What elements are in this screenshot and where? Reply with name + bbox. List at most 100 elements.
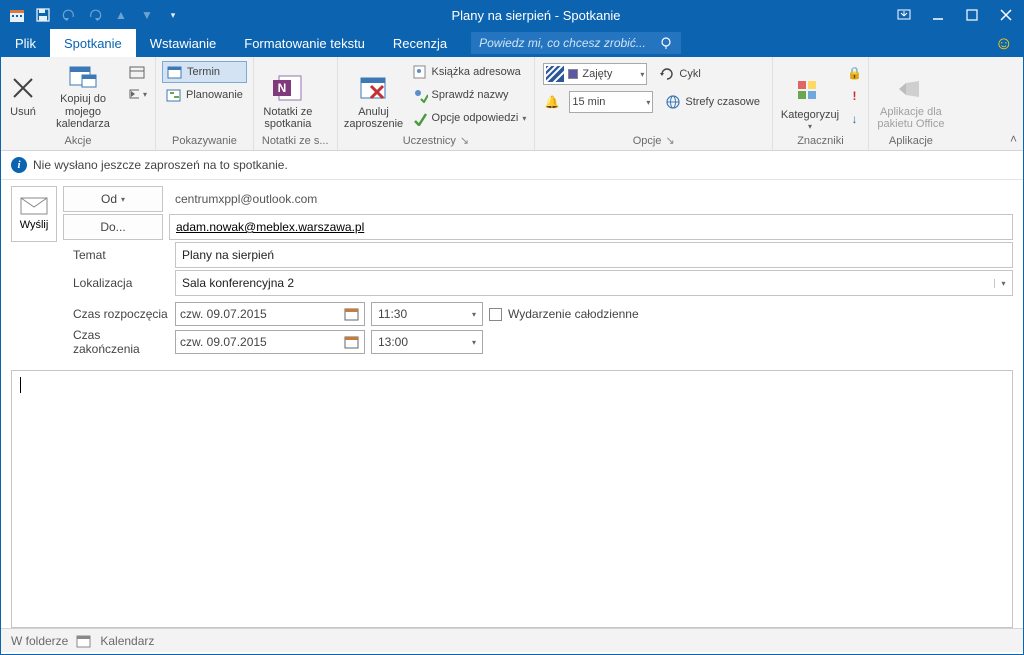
meeting-body[interactable] [11, 370, 1013, 628]
undo-icon[interactable] [57, 3, 81, 27]
show-as-value: Zajęty [582, 68, 612, 80]
meeting-notes-button[interactable]: N Notatki ze spotkania [258, 59, 318, 133]
group-tags-label: Znaczniki [777, 135, 864, 149]
delete-button[interactable]: Usuń [5, 59, 41, 133]
tell-me-search[interactable]: Powiedz mi, co chcesz zrobić... [471, 32, 681, 54]
send-label: Wyślij [20, 219, 49, 231]
end-time-field[interactable]: 13:00 ▾ [371, 330, 483, 354]
quick-access-toolbar: ▲ ▼ ▾ [1, 3, 185, 27]
appointment-button[interactable]: Termin [162, 61, 247, 83]
recurrence-button[interactable]: Cykl [655, 63, 704, 85]
recurrence-label: Cykl [679, 68, 700, 80]
tab-file[interactable]: Plik [1, 29, 50, 57]
group-attendees: Anuluj zaproszenie Książka adresowa Spra… [338, 57, 536, 150]
location-label: Lokalizacja [69, 276, 169, 290]
reminder-bell-icon: 🔔 [543, 95, 561, 109]
reminder-combo[interactable]: 15 min ▾ [569, 91, 653, 113]
prev-icon[interactable]: ▲ [109, 3, 133, 27]
group-show: Termin Planowanie Pokazywanie [156, 57, 254, 150]
categorize-button[interactable]: Kategoryzuj ▾ [777, 59, 843, 133]
private-lock-icon[interactable]: 🔒 [847, 62, 862, 84]
from-value: centrumxppl@outlook.com [169, 192, 317, 206]
chevron-down-icon: ▾ [640, 70, 644, 79]
datepicker-icon[interactable] [344, 334, 360, 350]
timezones-label: Strefy czasowe [685, 96, 760, 108]
cancel-invitation-label: Anuluj zaproszenie [343, 106, 405, 131]
maximize-icon[interactable] [955, 1, 989, 29]
ribbon-display-icon[interactable] [887, 1, 921, 29]
calendar-copy-icon [67, 61, 99, 91]
qat-customize-icon[interactable]: ▾ [161, 3, 185, 27]
start-date-field[interactable]: czw. 09.07.2015 [175, 302, 365, 326]
ribbon: Usuń Kopiuj do mojego kalendarza ▾ Akcje… [1, 57, 1023, 151]
onenote-icon: N [272, 72, 304, 104]
chevron-down-icon: ▾ [646, 98, 650, 107]
response-options-button[interactable]: Opcje odpowiedzi ▾ [408, 107, 531, 129]
response-options-icon [412, 110, 428, 126]
group-notes-label: Notatki ze s... [258, 135, 333, 149]
globe-icon [665, 94, 681, 110]
to-field[interactable]: adam.nowak@meblex.warszawa.pl [169, 214, 1013, 240]
from-button[interactable]: Od▾ [63, 186, 163, 212]
datepicker-icon[interactable] [344, 306, 360, 322]
subject-label: Temat [69, 248, 169, 262]
end-date-field[interactable]: czw. 09.07.2015 [175, 330, 365, 354]
low-importance-icon[interactable]: ↓ [851, 108, 857, 130]
calendar-app-icon[interactable] [5, 3, 29, 27]
categorize-icon [794, 75, 826, 107]
address-book-button[interactable]: Książka adresowa [408, 61, 531, 83]
infolder-label: W folderze [11, 634, 68, 648]
tab-review[interactable]: Recenzja [379, 29, 461, 57]
redo-icon[interactable] [83, 3, 107, 27]
window-title: Plany na sierpień - Spotkanie [185, 8, 887, 23]
tab-meeting[interactable]: Spotkanie [50, 29, 136, 57]
dialog-launcher-icon[interactable]: ↘ [460, 134, 469, 147]
group-actions: Usuń Kopiuj do mojego kalendarza ▾ Akcje [1, 57, 156, 150]
timezones-button[interactable]: Strefy czasowe [661, 91, 764, 113]
calendar-form-icon[interactable] [125, 61, 151, 83]
collapse-ribbon-icon[interactable]: ˄ [1010, 132, 1017, 146]
group-show-label: Pokazywanie [160, 135, 249, 149]
start-date-value: czw. 09.07.2015 [180, 307, 267, 321]
start-time-field[interactable]: 11:30 ▾ [371, 302, 483, 326]
text-cursor [20, 377, 21, 393]
check-names-button[interactable]: Sprawdź nazwy [408, 84, 531, 106]
meeting-form: Wyślij Od▾ centrumxppl@outlook.com Do...… [1, 180, 1023, 362]
allday-checkbox[interactable] [489, 308, 502, 321]
info-icon: i [11, 157, 27, 173]
to-button[interactable]: Do... [63, 214, 163, 240]
lightbulb-icon [659, 36, 673, 50]
end-time-value: 13:00 [378, 335, 408, 349]
location-dropdown-icon[interactable]: ▾ [994, 279, 1012, 288]
emoji-feedback-icon[interactable]: ☺ [995, 33, 1013, 54]
chevron-down-icon: ▾ [808, 122, 812, 131]
subject-field[interactable]: Plany na sierpień [175, 242, 1013, 268]
titlebar: ▲ ▼ ▾ Plany na sierpień - Spotkanie [1, 1, 1023, 29]
meeting-notes-label: Notatki ze spotkania [259, 106, 317, 131]
group-options: Zajęty ▾ Cykl 🔔 15 min ▾ [535, 57, 773, 150]
scheduling-icon [166, 87, 182, 103]
save-icon[interactable] [31, 3, 55, 27]
busy-color-swatch [568, 69, 578, 79]
copy-to-calendar-button[interactable]: Kopiuj do mojego kalendarza [43, 59, 123, 133]
minimize-icon[interactable] [921, 1, 955, 29]
response-options-label: Opcje odpowiedzi [432, 112, 519, 124]
check-names-icon [412, 87, 428, 103]
cancel-invitation-button[interactable]: Anuluj zaproszenie [342, 59, 406, 133]
next-icon[interactable]: ▼ [135, 3, 159, 27]
show-as-combo[interactable]: Zajęty ▾ [543, 63, 647, 85]
tab-insert[interactable]: Wstawianie [136, 29, 230, 57]
calendar-name[interactable]: Kalendarz [100, 634, 154, 648]
recurrence-icon [659, 66, 675, 82]
tell-me-placeholder: Powiedz mi, co chcesz zrobić... [479, 36, 646, 50]
tab-format[interactable]: Formatowanie tekstu [230, 29, 379, 57]
high-importance-icon[interactable]: ! [852, 85, 856, 107]
office-apps-button[interactable]: Aplikacje dla pakietu Office [873, 59, 949, 133]
close-icon[interactable] [989, 1, 1023, 29]
dialog-launcher-icon[interactable]: ↘ [665, 134, 674, 147]
forward-dropdown-icon[interactable]: ▾ [125, 83, 151, 105]
location-field[interactable]: Sala konferencyjna 2 ▾ [175, 270, 1013, 296]
send-button[interactable]: Wyślij [11, 186, 57, 242]
scheduling-button[interactable]: Planowanie [162, 84, 247, 106]
group-apps: Aplikacje dla pakietu Office Aplikacje [869, 57, 953, 150]
